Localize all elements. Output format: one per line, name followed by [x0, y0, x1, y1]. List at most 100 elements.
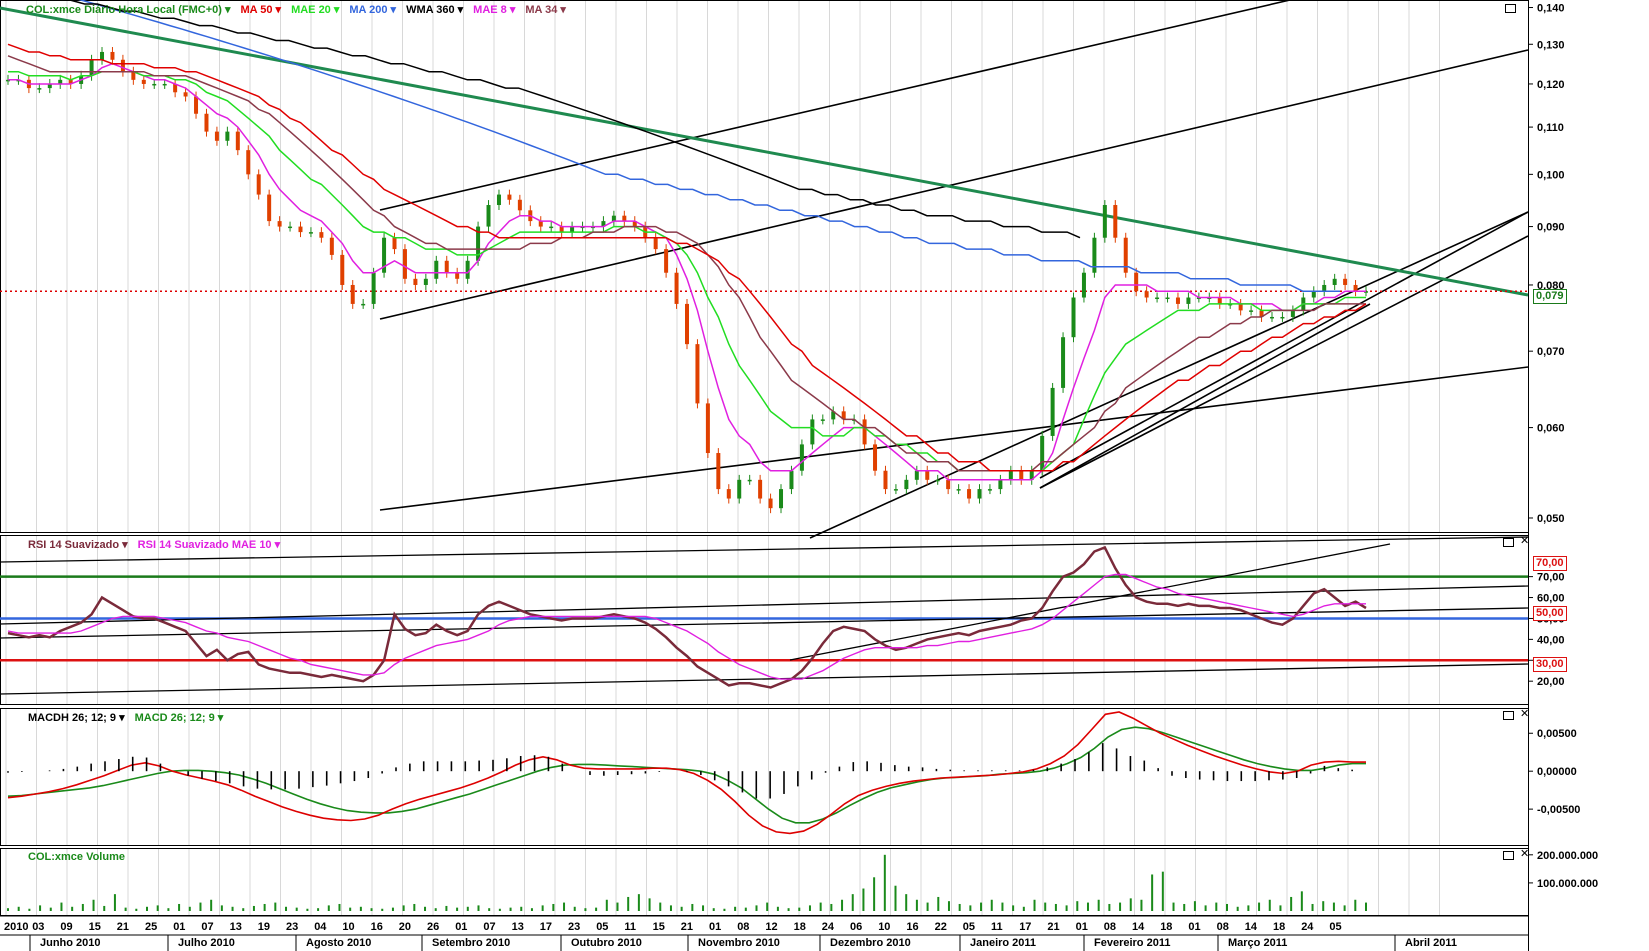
candle-body [444, 260, 449, 273]
series-macd [7, 726, 1366, 824]
price-maximize-button[interactable] [1505, 4, 1516, 13]
candle-body [402, 249, 407, 279]
candle-body [465, 260, 470, 279]
y-tick-label: -0,00500 [1537, 804, 1580, 816]
x-month-label: Dezembro 2010 [830, 937, 911, 949]
candle-body [758, 479, 763, 499]
candle-body [214, 131, 219, 141]
x-day-label: 03 [32, 921, 44, 933]
candle-body [1144, 291, 1149, 298]
rsi-trend-line [0, 663, 1529, 695]
price-legend-item[interactable]: MAE 8 ▾ [473, 4, 515, 16]
candle-body [674, 272, 679, 304]
rsi-legend-item[interactable]: RSI 14 Suavizado ▾ [28, 539, 128, 551]
y-tick-label: 0,130 [1537, 39, 1565, 51]
price-legend-item[interactable]: COL:xmce Diário Hora Local (FMC+0) ▾ [26, 4, 230, 16]
price-legend: COL:xmce Diário Hora Local (FMC+0) ▾ MA 5… [26, 3, 576, 16]
candle-body [768, 498, 773, 509]
trend-line [0, 6, 1529, 297]
rsi-maximize-button[interactable] [1503, 538, 1514, 547]
candle-body [893, 489, 898, 491]
candle-body [1332, 278, 1337, 285]
candle-body [549, 226, 554, 229]
y-tick-label: 0,090 [1537, 222, 1565, 234]
x-day-label: 16 [906, 921, 918, 933]
rsi-level-70-tag: 70,00 [1533, 556, 1567, 571]
candle-body [89, 59, 94, 76]
rsi-level-30-tag: 30,00 [1533, 657, 1567, 672]
x-month-label: Agosto 2010 [306, 937, 371, 949]
x-day-label: 20 [399, 921, 411, 933]
candle-body [267, 194, 272, 222]
price-legend-item[interactable]: WMA 360 ▾ [406, 4, 463, 16]
x-day-label: 12 [765, 921, 777, 933]
price-legend-item[interactable]: MAE 20 ▾ [291, 4, 339, 16]
x-day-label: 07 [201, 921, 213, 933]
x-day-label: 24 [1301, 921, 1314, 933]
candle-body [747, 479, 752, 482]
x-day-label: 21 [681, 921, 693, 933]
x-day-label: 13 [512, 921, 524, 933]
candle-body [820, 419, 825, 421]
x-day-label: 01 [1076, 921, 1088, 933]
x-month-label: Novembro 2010 [698, 937, 780, 949]
x-day-label: 05 [1329, 921, 1341, 933]
candle-body [1186, 297, 1191, 304]
candle-body [925, 470, 930, 480]
candle-body [350, 284, 355, 304]
price-legend-item[interactable]: MA 200 ▾ [349, 4, 396, 16]
candle-body [779, 489, 784, 509]
candle-body [1155, 297, 1160, 300]
volume-close-icon[interactable]: ✕ [1520, 848, 1529, 859]
candle-body [1343, 278, 1348, 285]
candle-body [486, 205, 491, 227]
x-month-label: Junho 2010 [40, 937, 101, 949]
x-day-label: 19 [258, 921, 270, 933]
rsi-close-icon[interactable]: ✕ [1520, 535, 1529, 546]
candle-body [622, 215, 627, 222]
rsi-legend-item[interactable]: RSI 14 Suavizado MAE 10 ▾ [138, 539, 280, 551]
volume-legend-item[interactable]: COL:xmce Volume [28, 851, 125, 863]
candle-body [256, 174, 261, 195]
x-day-label: 08 [1217, 921, 1229, 933]
candle-body [611, 215, 616, 222]
candle-body [152, 83, 157, 86]
trend-line [809, 211, 1529, 539]
x-day-label: 10 [342, 921, 354, 933]
x-month-label: Janeiro 2011 [970, 937, 1036, 949]
y-tick-label: 0,110 [1537, 122, 1564, 134]
candle-body [434, 260, 439, 279]
candle-body [319, 232, 324, 238]
series-wma-360 [67, 0, 1081, 239]
candle-body [423, 278, 428, 285]
x-day-label: 14 [1132, 921, 1145, 933]
candle-body [1061, 337, 1066, 388]
volume-maximize-button[interactable] [1503, 851, 1514, 860]
candle-body [507, 194, 512, 200]
x-month-label: Fevereiro 2011 [1094, 937, 1170, 949]
candle-body [810, 419, 815, 445]
candle-body [935, 479, 940, 482]
macd-close-icon[interactable]: ✕ [1520, 708, 1529, 719]
candle-body [1123, 237, 1128, 273]
trend-lines [0, 0, 1529, 539]
x-day-label: 21 [117, 921, 129, 933]
x-day-label: 01 [173, 921, 185, 933]
candle-body [1217, 297, 1222, 304]
candle-body [100, 51, 105, 60]
macd-legend-item[interactable]: MACD 26; 12; 9 ▾ [135, 712, 224, 724]
candle-body [998, 479, 1003, 490]
x-day-label: 01 [1188, 921, 1200, 933]
candle-body [799, 444, 804, 471]
last-price-tag: 0,079 [1533, 289, 1567, 304]
price-legend-item[interactable]: MA 50 ▾ [240, 4, 281, 16]
price-legend-item[interactable]: MA 34 ▾ [525, 4, 566, 16]
candle-body [1322, 284, 1327, 292]
macd-legend-item[interactable]: MACDH 26; 12; 9 ▾ [28, 712, 125, 724]
candle-body [1238, 303, 1243, 311]
x-day-label: 18 [794, 921, 806, 933]
stock-chart[interactable]: 0,1400,1300,1200,1100,1000,0900,0800,070… [0, 0, 1649, 951]
candle-body [371, 272, 376, 304]
macd-maximize-button[interactable] [1503, 711, 1514, 720]
x-day-label: 06 [850, 921, 862, 933]
